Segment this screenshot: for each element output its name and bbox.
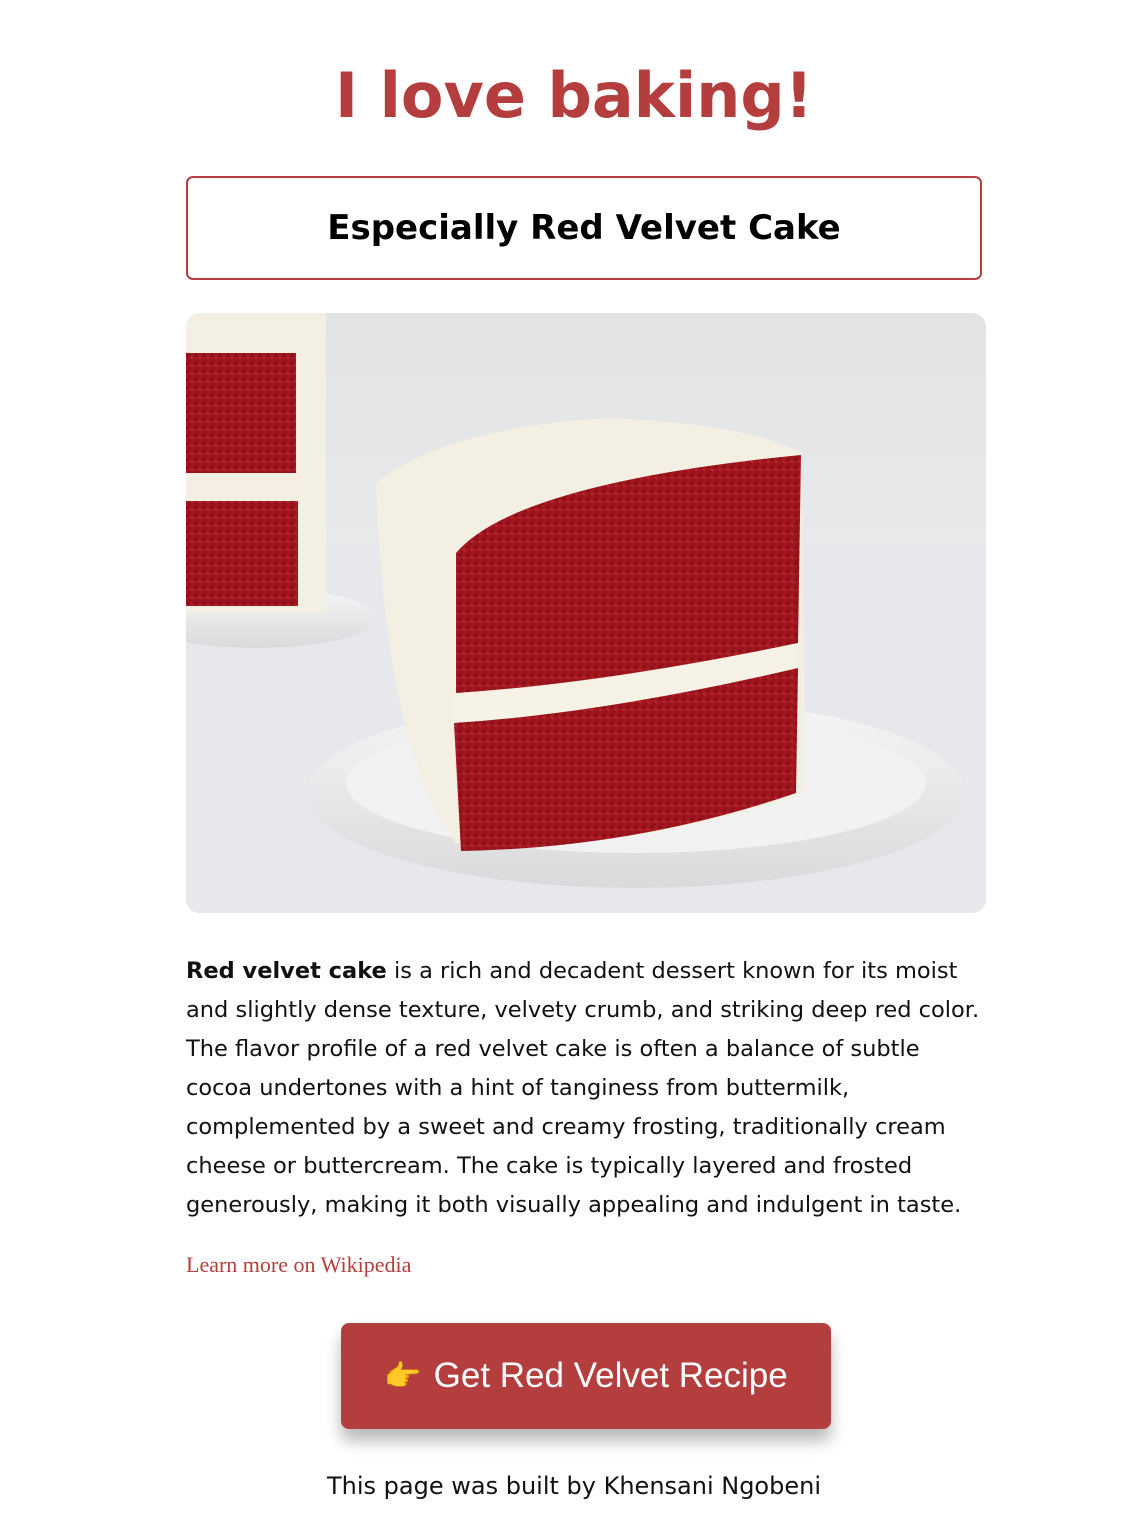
description-lead: Red velvet cake: [186, 958, 387, 984]
cake-description: Red velvet cake is a rich and decadent d…: [186, 952, 986, 1225]
wikipedia-link[interactable]: Learn more on Wikipedia: [186, 1252, 411, 1278]
page-title: I love baking!: [334, 59, 814, 132]
pointing-hand-icon: 👉: [384, 1359, 422, 1393]
get-recipe-button[interactable]: 👉 Get Red Velvet Recipe: [341, 1323, 831, 1429]
subtitle: Especially Red Velvet Cake: [327, 208, 841, 248]
get-recipe-label: Get Red Velvet Recipe: [433, 1356, 788, 1395]
cake-photo: [186, 313, 986, 913]
description-body: is a rich and decadent dessert known for…: [186, 958, 980, 1218]
subtitle-box: Especially Red Velvet Cake: [186, 176, 982, 280]
footer-credit: This page was built by Khensani Ngobeni: [327, 1472, 821, 1500]
page: I love baking! Especially Red Velvet Cak…: [0, 0, 1148, 1538]
